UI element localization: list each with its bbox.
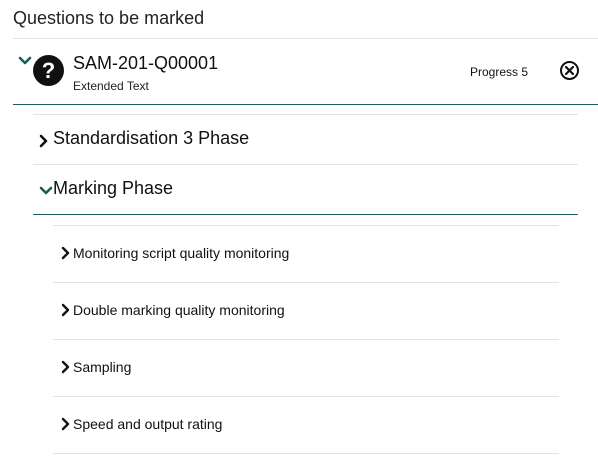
phase-divider [33, 214, 578, 215]
marking-item-double-marking[interactable]: Double marking quality monitoring [53, 283, 559, 339]
chevron-right-icon [61, 417, 70, 431]
progress-text: Progress 5 [470, 65, 529, 79]
phase-standardisation[interactable]: Standardisation 3 Phase [33, 115, 578, 164]
marking-item-label: Sampling [73, 359, 132, 375]
marking-item-label: Double marking quality monitoring [73, 302, 285, 318]
marking-item-label: Speed and output rating [73, 416, 223, 432]
divider [53, 453, 559, 454]
question-row[interactable]: ? SAM-201-Q00001 Extended Text Progress … [13, 39, 598, 105]
chevron-down-icon [39, 186, 53, 195]
phase-label: Standardisation 3 Phase [53, 128, 250, 148]
phase-marking[interactable]: Marking Phase [33, 165, 578, 214]
chevron-right-icon [61, 246, 70, 260]
question-code: SAM-201-Q00001 [73, 53, 219, 73]
phase-label: Marking Phase [53, 178, 174, 198]
chevron-down-icon[interactable] [18, 56, 32, 66]
chevron-right-icon [39, 134, 48, 148]
panel-title: Questions to be marked [13, 8, 205, 28]
question-divider [13, 104, 598, 105]
chevron-right-icon [61, 360, 70, 374]
marking-item-speed-output[interactable]: Speed and output rating [53, 397, 559, 453]
marking-item-sampling[interactable]: Sampling [53, 340, 559, 396]
chevron-right-icon [61, 303, 70, 317]
marking-item-monitoring[interactable]: Monitoring script quality monitoring [53, 226, 559, 282]
close-icon[interactable] [560, 61, 579, 80]
question-circle-icon: ? [33, 55, 64, 86]
marking-item-label: Monitoring script quality monitoring [73, 245, 290, 261]
question-type: Extended Text [73, 79, 149, 93]
